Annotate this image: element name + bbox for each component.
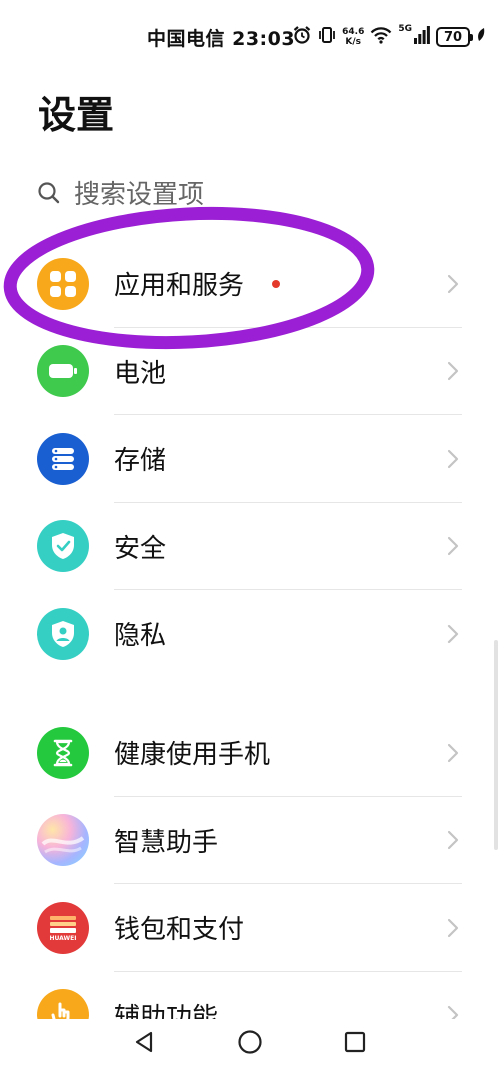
- recents-square-icon: [343, 1030, 367, 1058]
- chevron-right-icon: [446, 360, 460, 386]
- settings-item-label: 安全: [114, 533, 167, 564]
- signal-icon: [414, 26, 430, 48]
- apps-icon: [37, 257, 89, 310]
- status-bar: 中国电信 23:03 64.6 K/s 5G 70: [0, 0, 500, 72]
- net-speed-unit: K/s: [345, 37, 362, 47]
- settings-item-battery[interactable]: 电池: [0, 328, 500, 415]
- settings-item-label: 电池: [114, 358, 167, 389]
- back-triangle-icon: [133, 1030, 155, 1058]
- storage-icon: [37, 432, 89, 485]
- chevron-right-icon: [446, 917, 460, 943]
- settings-item-label: 应用和服务: [114, 271, 245, 302]
- navigation-bar: [0, 1019, 500, 1069]
- status-icons: 64.6 K/s 5G 70: [292, 24, 486, 50]
- battery-indicator: 70: [436, 27, 473, 47]
- settings-item-storage[interactable]: 存储: [0, 415, 500, 503]
- settings-item-label: 智慧助手: [114, 827, 219, 858]
- settings-screen: 中国电信 23:03 64.6 K/s 5G 70 设置 搜索设置项 应用和服务…: [0, 0, 500, 1069]
- settings-item-wallet[interactable]: HUAWEI 钱包和支付: [0, 884, 500, 972]
- settings-item-privacy[interactable]: 隐私: [0, 590, 500, 678]
- settings-item-label: 存储: [114, 446, 167, 477]
- hourglass-icon: [37, 726, 89, 779]
- home-button[interactable]: [235, 1029, 265, 1059]
- alarm-icon: [292, 25, 312, 49]
- battery-icon: [37, 345, 89, 398]
- net-speed: 64.6 K/s: [342, 27, 364, 47]
- wifi-icon: [370, 26, 392, 48]
- chevron-right-icon: [446, 742, 460, 768]
- settings-item-security[interactable]: 安全: [0, 503, 500, 590]
- search-input[interactable]: [74, 172, 434, 218]
- settings-item-smart-assistant[interactable]: 智慧助手: [0, 797, 500, 884]
- home-circle-icon: [237, 1029, 263, 1059]
- search-icon: [36, 180, 62, 210]
- chevron-right-icon: [446, 623, 460, 649]
- chevron-right-icon: [446, 448, 460, 474]
- network-gen: 5G: [398, 24, 412, 34]
- shield-check-icon: [37, 520, 89, 573]
- privacy-shield-icon: [37, 607, 89, 660]
- net-speed-value: 64.6: [342, 27, 365, 37]
- chevron-right-icon: [446, 829, 460, 855]
- settings-item-apps-services[interactable]: 应用和服务: [0, 240, 500, 328]
- vibrate-icon: [318, 25, 336, 49]
- settings-group-2: 健康使用手机 智慧助手 HUAWEI 钱包和支付 辅助功能: [0, 709, 500, 1059]
- leaf-icon: [476, 27, 486, 47]
- assistant-icon: [37, 814, 89, 867]
- wallet-icon: HUAWEI: [37, 901, 89, 954]
- scrollbar[interactable]: [494, 640, 498, 850]
- settings-item-digital-balance[interactable]: 健康使用手机: [0, 709, 500, 797]
- recents-button[interactable]: [340, 1029, 370, 1059]
- wallet-brand-text: HUAWEI: [49, 934, 77, 942]
- page-title: 设置: [38, 93, 115, 137]
- settings-item-label: 隐私: [114, 621, 167, 652]
- settings-group-1: 应用和服务 电池 存储 安全 隐私: [0, 240, 500, 678]
- chevron-right-icon: [446, 273, 460, 299]
- carrier-time: 中国电信 23:03: [147, 28, 296, 50]
- notification-dot: [272, 279, 280, 288]
- back-button[interactable]: [129, 1029, 159, 1059]
- search-bar[interactable]: [36, 172, 456, 218]
- chevron-right-icon: [446, 535, 460, 561]
- settings-item-label: 钱包和支付: [114, 915, 245, 946]
- settings-item-label: 健康使用手机: [114, 740, 271, 771]
